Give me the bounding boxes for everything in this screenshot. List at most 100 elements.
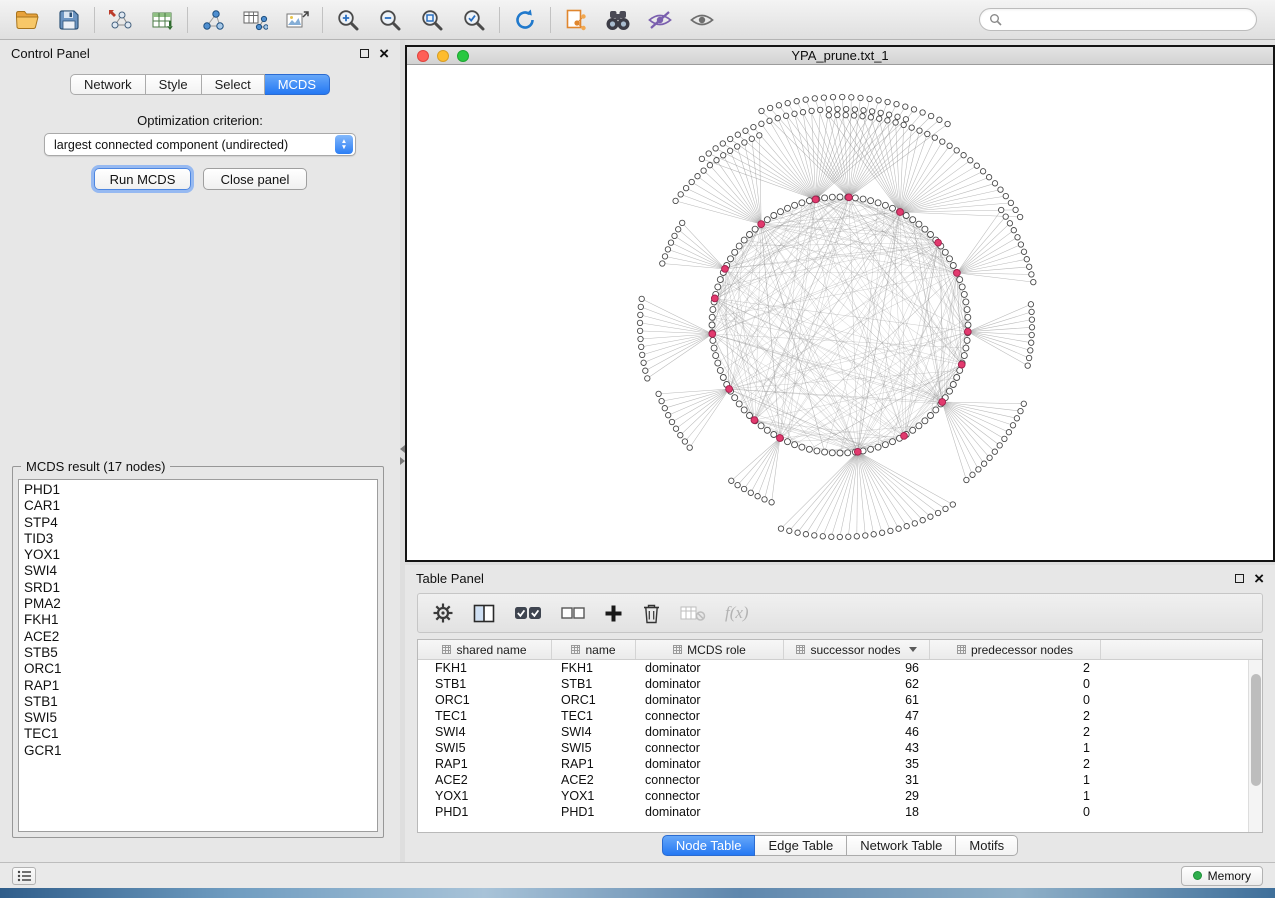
table-row[interactable]: ORC1ORC1dominator610 bbox=[418, 692, 1262, 708]
result-node-item[interactable]: SWI5 bbox=[24, 710, 377, 726]
zoom-fit-button[interactable] bbox=[411, 4, 453, 36]
zoom-in-button[interactable] bbox=[327, 4, 369, 36]
show-columns-button[interactable] bbox=[473, 604, 495, 623]
result-node-item[interactable]: FKH1 bbox=[24, 612, 377, 628]
table-cell: TEC1 bbox=[418, 708, 552, 724]
table-row[interactable]: STB1STB1dominator620 bbox=[418, 676, 1262, 692]
save-session-button[interactable] bbox=[48, 4, 90, 36]
show-elements-button[interactable] bbox=[681, 4, 723, 36]
clone-network-button[interactable] bbox=[555, 4, 597, 36]
result-node-item[interactable]: PMA2 bbox=[24, 596, 377, 612]
apply-layout-button[interactable] bbox=[504, 4, 546, 36]
table-tab-node-table[interactable]: Node Table bbox=[662, 835, 756, 856]
tab-select[interactable]: Select bbox=[202, 74, 265, 95]
criterion-dropdown[interactable]: largest connected component (undirected)… bbox=[44, 133, 356, 156]
table-tab-motifs[interactable]: Motifs bbox=[956, 835, 1018, 856]
column-header-name[interactable]: name bbox=[552, 640, 636, 659]
import-table-button[interactable] bbox=[141, 4, 183, 36]
float-panel-icon[interactable] bbox=[360, 49, 369, 58]
delete-column-button[interactable] bbox=[642, 603, 661, 624]
add-column-button[interactable] bbox=[604, 604, 623, 623]
mcds-result-list[interactable]: PHD1CAR1STP4TID3YOX1SWI4SRD1PMA2FKH1ACE2… bbox=[18, 479, 378, 832]
table-tab-edge-table[interactable]: Edge Table bbox=[755, 835, 847, 856]
result-node-item[interactable]: PHD1 bbox=[24, 482, 377, 498]
float-panel-icon[interactable] bbox=[1235, 574, 1244, 583]
network-from-table-button[interactable] bbox=[234, 4, 276, 36]
result-node-item[interactable]: STB5 bbox=[24, 645, 377, 661]
deselect-all-button[interactable] bbox=[561, 606, 585, 621]
column-header-predecessor-nodes[interactable]: predecessor nodes bbox=[930, 640, 1101, 659]
status-menu-button[interactable] bbox=[12, 867, 36, 885]
table-cell: 0 bbox=[930, 692, 1101, 708]
tab-network[interactable]: Network bbox=[70, 74, 146, 95]
export-image-button[interactable] bbox=[276, 4, 318, 36]
result-node-item[interactable]: YOX1 bbox=[24, 547, 377, 563]
table-row[interactable]: RAP1RAP1dominator352 bbox=[418, 756, 1262, 772]
trash-icon bbox=[642, 603, 661, 624]
table-row[interactable]: ACE2ACE2connector311 bbox=[418, 772, 1262, 788]
scrollbar-thumb[interactable] bbox=[1251, 674, 1261, 786]
result-node-item[interactable]: SWI4 bbox=[24, 563, 377, 579]
zoom-out-button[interactable] bbox=[369, 4, 411, 36]
table-cell: dominator bbox=[636, 676, 784, 692]
import-table-disabled-button bbox=[680, 605, 706, 622]
table-settings-button[interactable] bbox=[432, 602, 454, 624]
network-titlebar[interactable]: YPA_prune.txt_1 bbox=[407, 47, 1273, 65]
table-row[interactable]: YOX1YOX1connector291 bbox=[418, 788, 1262, 804]
traffic-light-zoom[interactable] bbox=[457, 50, 469, 62]
column-label: MCDS role bbox=[687, 643, 746, 657]
result-node-item[interactable]: GCR1 bbox=[24, 743, 377, 759]
close-panel-icon[interactable]: × bbox=[379, 48, 389, 59]
zoom-selected-button[interactable] bbox=[453, 4, 495, 36]
find-button[interactable] bbox=[597, 4, 639, 36]
memory-button[interactable]: Memory bbox=[1181, 866, 1263, 886]
column-header-shared-name[interactable]: shared name bbox=[418, 640, 552, 659]
control-panel: Control Panel × NetworkStyleSelectMCDS O… bbox=[0, 40, 400, 862]
close-panel-icon[interactable]: × bbox=[1254, 573, 1264, 584]
result-node-item[interactable]: RAP1 bbox=[24, 678, 377, 694]
run-mcds-button[interactable]: Run MCDS bbox=[94, 168, 191, 190]
table-cell: 31 bbox=[784, 772, 930, 788]
table-scrollbar[interactable] bbox=[1248, 660, 1262, 832]
table-network-icon bbox=[242, 9, 268, 31]
column-type-icon bbox=[442, 645, 451, 654]
table-row[interactable]: SWI5SWI5connector431 bbox=[418, 740, 1262, 756]
node-table: shared namename MCDS role successor nodesp… bbox=[417, 639, 1263, 833]
tab-mcds[interactable]: MCDS bbox=[265, 74, 330, 95]
table-cell: YOX1 bbox=[418, 788, 552, 804]
result-node-item[interactable]: CAR1 bbox=[24, 498, 377, 514]
result-node-item[interactable]: STB1 bbox=[24, 694, 377, 710]
tab-style[interactable]: Style bbox=[146, 74, 202, 95]
table-cell-filler bbox=[1101, 660, 1262, 676]
table-row[interactable]: SWI4SWI4dominator462 bbox=[418, 724, 1262, 740]
refresh-icon bbox=[513, 8, 537, 32]
open-file-button[interactable] bbox=[6, 4, 48, 36]
result-node-item[interactable]: ACE2 bbox=[24, 629, 377, 645]
result-node-item[interactable]: TEC1 bbox=[24, 726, 377, 742]
column-header-MCDS-role[interactable]: MCDS role bbox=[636, 640, 784, 659]
table-cell: FKH1 bbox=[418, 660, 552, 676]
new-network-button[interactable] bbox=[192, 4, 234, 36]
hide-elements-button[interactable] bbox=[639, 4, 681, 36]
close-panel-button[interactable]: Close panel bbox=[203, 168, 307, 190]
result-node-item[interactable]: STP4 bbox=[24, 515, 377, 531]
result-node-item[interactable]: TID3 bbox=[24, 531, 377, 547]
table-tab-network-table[interactable]: Network Table bbox=[847, 835, 956, 856]
network-graph[interactable] bbox=[407, 65, 1273, 557]
traffic-light-minimize[interactable] bbox=[437, 50, 449, 62]
list-icon bbox=[17, 870, 32, 882]
column-header-successor-nodes[interactable]: successor nodes bbox=[784, 640, 930, 659]
result-node-item[interactable]: ORC1 bbox=[24, 661, 377, 677]
table-cell: PHD1 bbox=[418, 804, 552, 820]
import-network-button[interactable] bbox=[99, 4, 141, 36]
traffic-light-close[interactable] bbox=[417, 50, 429, 62]
table-row[interactable]: FKH1FKH1dominator962 bbox=[418, 660, 1262, 676]
search-box[interactable] bbox=[979, 8, 1257, 31]
table-cell: 61 bbox=[784, 692, 930, 708]
select-all-button[interactable] bbox=[514, 605, 542, 621]
table-row[interactable]: PHD1PHD1dominator180 bbox=[418, 804, 1262, 820]
table-cell: 35 bbox=[784, 756, 930, 772]
search-input[interactable] bbox=[1008, 13, 1247, 27]
table-row[interactable]: TEC1TEC1connector472 bbox=[418, 708, 1262, 724]
result-node-item[interactable]: SRD1 bbox=[24, 580, 377, 596]
